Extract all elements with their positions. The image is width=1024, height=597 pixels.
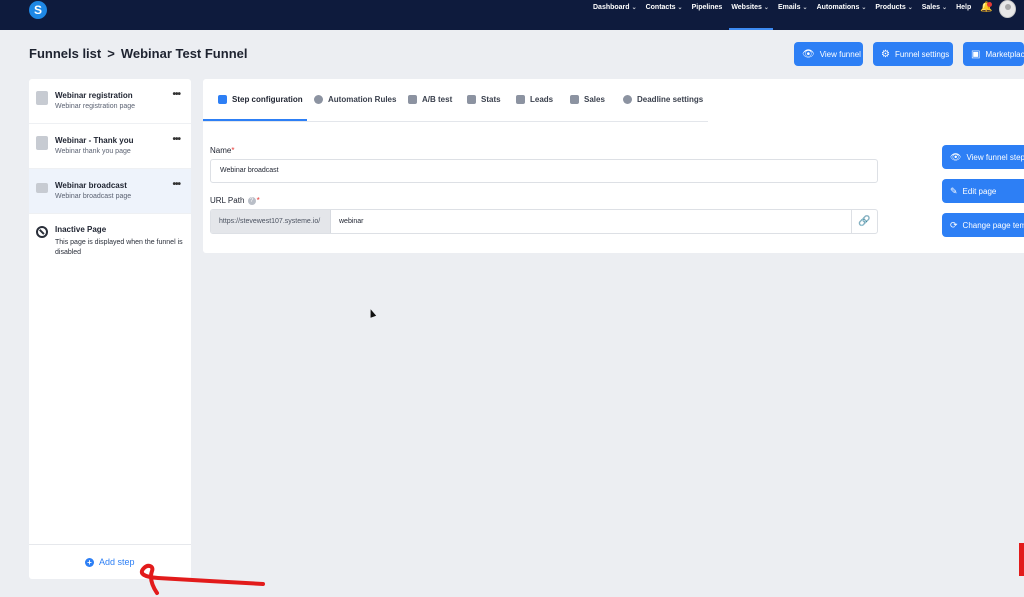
name-field-label: Name*: [210, 146, 235, 155]
change-page-template-button[interactable]: ⟳ Change page template: [942, 213, 1024, 237]
step-title: Webinar broadcast: [55, 181, 127, 190]
gear-icon: ⚙: [881, 48, 890, 60]
eye-icon: 👁: [950, 151, 962, 162]
url-path-input[interactable]: webinar: [339, 210, 364, 233]
stats-icon: [467, 95, 476, 104]
chevron-down-icon: ⌄: [802, 5, 808, 11]
funnel-step-item[interactable]: Webinar - Thank you Webinar thank you pa…: [29, 124, 191, 169]
url-path-label: URL Path ? *: [210, 196, 260, 205]
nav-menu: Dashboard ⌄ Contacts ⌄ Pipelines Websites ⌄…: [593, 0, 980, 30]
link-icon[interactable]: 🔗: [851, 210, 877, 233]
inactive-page-description: This page is displayed when the funnel i…: [55, 239, 183, 256]
nav-item-help[interactable]: Help: [956, 0, 976, 30]
eye-icon: 👁: [802, 48, 815, 60]
tab-stats[interactable]: Stats: [467, 95, 501, 104]
chevron-down-icon: ⌄: [861, 5, 867, 11]
nav-item-products[interactable]: Products ⌄: [875, 0, 917, 30]
chevron-down-icon: ⌄: [631, 5, 637, 11]
users-icon: [516, 95, 525, 104]
nav-item-dashboard[interactable]: Dashboard ⌄: [593, 0, 642, 30]
tab-ab-test[interactable]: A/B test: [408, 95, 452, 104]
video-icon: [36, 183, 48, 193]
top-nav-bar: S Dashboard ⌄ Contacts ⌄ Pipelines Website…: [0, 0, 1024, 30]
tab-sales[interactable]: Sales: [570, 95, 605, 104]
page-icon: [36, 91, 48, 105]
chevron-down-icon: ⌄: [942, 5, 948, 11]
active-tab-indicator: [203, 119, 307, 121]
marketplace-icon: ▣: [971, 48, 981, 60]
view-funnel-step-button[interactable]: 👁 View funnel step: [942, 145, 1024, 169]
avatar[interactable]: [999, 0, 1016, 18]
more-options-icon[interactable]: •••: [172, 134, 180, 145]
bolt-icon: [314, 95, 323, 104]
add-step-button[interactable]: + Add step: [85, 557, 135, 567]
step-name-input[interactable]: Webinar broadcast: [210, 159, 878, 183]
url-prefix: https://stevewest107.systeme.io/: [211, 210, 331, 233]
systeme-logo[interactable]: S: [29, 1, 47, 19]
more-options-icon[interactable]: •••: [172, 89, 180, 100]
marketplace-button[interactable]: ▣ Marketplace: [963, 42, 1024, 66]
tab-automation-rules[interactable]: Automation Rules: [314, 95, 396, 104]
clock-icon: [623, 95, 632, 104]
nav-item-websites[interactable]: Websites ⌄: [729, 0, 774, 30]
mouse-cursor: [367, 308, 377, 318]
edit-icon: ✎: [950, 185, 958, 196]
breadcrumb-separator: >: [107, 46, 115, 61]
ab-test-icon: [408, 95, 417, 104]
step-subtitle: Webinar thank you page: [55, 148, 131, 155]
tab-step-configuration[interactable]: Step configuration: [218, 95, 303, 104]
nav-item-sales[interactable]: Sales ⌄: [922, 0, 952, 30]
inactive-page-title[interactable]: Inactive Page: [55, 225, 106, 234]
chevron-down-icon: ⌄: [763, 5, 769, 11]
tab-bar: Step configuration Automation Rules A/B …: [203, 79, 708, 122]
chevron-down-icon: ⌄: [907, 5, 913, 11]
step-subtitle: Webinar registration page: [55, 103, 136, 110]
funnel-settings-button[interactable]: ⚙ Funnel settings: [873, 42, 953, 66]
step-title: Webinar - Thank you: [55, 136, 134, 145]
view-funnel-button[interactable]: 👁 View funnel: [794, 42, 863, 66]
step-settings-panel: Step configuration Automation Rules A/B …: [203, 79, 1024, 253]
page-title: Webinar Test Funnel: [120, 46, 248, 61]
tab-deadline-settings[interactable]: Deadline settings: [623, 95, 703, 104]
dollar-icon: [570, 95, 579, 104]
chevron-down-icon: ⌄: [677, 5, 683, 11]
plus-icon: +: [85, 557, 94, 567]
notification-dot: [987, 2, 992, 7]
disabled-icon: [36, 226, 48, 238]
funnel-steps-panel: Webinar registration Webinar registratio…: [29, 79, 191, 579]
step-subtitle: Webinar broadcast page: [55, 193, 132, 200]
nav-item-automations[interactable]: Automations ⌄: [817, 0, 872, 30]
divider: [29, 544, 191, 545]
url-path-field: https://stevewest107.systeme.io/ webinar…: [210, 209, 878, 234]
help-icon[interactable]: ?: [247, 196, 256, 205]
clipboard-icon: [36, 136, 48, 150]
config-icon: [218, 95, 227, 104]
annotation-mark: [1019, 543, 1024, 576]
step-title: Webinar registration: [55, 91, 133, 100]
breadcrumb: Funnels list > Webinar Test Funnel: [29, 46, 247, 61]
nav-item-contacts[interactable]: Contacts ⌄: [646, 0, 688, 30]
more-options-icon[interactable]: •••: [172, 179, 180, 190]
nav-item-pipelines[interactable]: Pipelines: [692, 0, 728, 30]
tab-leads[interactable]: Leads: [516, 95, 553, 104]
funnel-step-item[interactable]: Webinar broadcast Webinar broadcast page…: [29, 169, 191, 214]
nav-item-emails[interactable]: Emails ⌄: [778, 0, 813, 30]
edit-page-button[interactable]: ✎ Edit page: [942, 179, 1024, 203]
breadcrumb-funnels-list[interactable]: Funnels list: [29, 46, 101, 61]
funnel-step-item[interactable]: Webinar registration Webinar registratio…: [29, 79, 191, 124]
refresh-icon: ⟳: [950, 219, 958, 230]
